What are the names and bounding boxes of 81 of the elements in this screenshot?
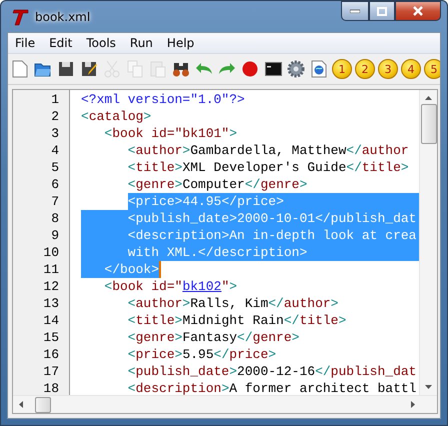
code-line: </book> [81, 261, 160, 278]
line-number: 11 [42, 261, 60, 278]
horizontal-scrollbar[interactable] [13, 395, 437, 413]
globe-page-icon [311, 60, 327, 78]
line-number: 10 [42, 244, 60, 261]
menu-item[interactable]: Help [160, 34, 202, 52]
new-button[interactable] [10, 59, 30, 79]
menu-item[interactable]: Tools [79, 34, 123, 52]
line-number: 4 [50, 142, 60, 159]
scroll-thumb[interactable] [420, 104, 436, 144]
numbered-button[interactable]: 2 [355, 59, 375, 79]
undo-arrow-icon [195, 62, 213, 76]
line-number: 12 [42, 278, 60, 295]
code-line: with XML.</description> [81, 244, 308, 261]
save-button[interactable] [56, 59, 76, 79]
code-line: <title>Midnight Rain</title> [126, 312, 346, 329]
line-number: 7 [50, 193, 60, 210]
line-number: 14 [42, 312, 60, 329]
line-number: 16 [42, 346, 60, 363]
close-button[interactable] [395, 1, 441, 21]
record-button[interactable] [240, 59, 260, 79]
code-line: <price>5.95</price> [126, 346, 276, 363]
terminal-button[interactable] [263, 59, 283, 79]
vertical-scrollbar[interactable] [419, 90, 437, 395]
code-line: <genre>Computer</genre> [126, 176, 308, 193]
numbered-button[interactable]: 3 [378, 59, 398, 79]
code-line: <description>A former architect battl [126, 380, 416, 395]
maximize-icon [377, 6, 387, 16]
code-line: <publish_date>2000-12-16</publish_dat [126, 363, 416, 380]
numbered-button[interactable]: 4 [401, 59, 421, 79]
floppy-pencil-icon [81, 61, 97, 77]
code-line: <author>Gambardella, Matthew</author [126, 142, 409, 159]
line-number: 9 [50, 227, 60, 244]
scroll-up-icon [425, 96, 432, 100]
code-line: <catalog> [81, 108, 152, 125]
record-icon [242, 61, 258, 77]
menu-item[interactable]: Edit [42, 34, 80, 52]
menu-item[interactable]: Run [122, 34, 160, 52]
scroll-left-icon [19, 401, 23, 408]
gear-icon [287, 60, 305, 78]
close-icon [412, 6, 424, 16]
minimize-button[interactable] [341, 1, 369, 21]
folder-icon [34, 61, 52, 77]
numbered-button[interactable]: 1 [332, 59, 352, 79]
line-number: 17 [42, 363, 60, 380]
redo-arrow-icon [218, 62, 236, 76]
minimize-icon [350, 9, 360, 13]
numbered-button[interactable]: 5 [424, 59, 440, 79]
line-number: 18 [42, 380, 60, 397]
browser-button[interactable] [309, 59, 329, 79]
code-line: <publish_date>2000-10-01</publish_dat [81, 210, 416, 227]
window-title: book.xml [35, 10, 90, 24]
line-number: 15 [42, 329, 60, 346]
scroll-down-icon [425, 385, 432, 389]
code-line: <?xml version="1.0"?> [81, 91, 245, 108]
menu-item[interactable]: File [8, 34, 42, 52]
code-line: <author>Ralls, Kim</author> [126, 295, 338, 312]
line-number: 5 [50, 159, 60, 176]
terminal-icon [264, 62, 282, 76]
line-number: 8 [50, 210, 60, 227]
app-logo-icon [11, 8, 29, 26]
binoculars-icon [172, 61, 190, 77]
line-number: 6 [50, 176, 60, 193]
line-number: 2 [50, 108, 60, 125]
new-file-icon [12, 60, 28, 78]
line-number: 3 [50, 125, 60, 142]
scroll-thumb[interactable] [35, 396, 51, 412]
code-line: <price>44.95</price> [126, 193, 284, 210]
code-line: <description>An in-depth look at crea [81, 227, 416, 244]
code-line: <book id="bk102"> [103, 278, 238, 295]
line-number: 13 [42, 295, 60, 312]
maximize-button[interactable] [369, 1, 395, 21]
clipboard-icon [150, 60, 166, 78]
scroll-right-icon [411, 401, 415, 408]
code-line: <genre>Fantasy</genre> [126, 329, 300, 346]
copy-icon [127, 60, 143, 78]
code-line: <book id="bk101"> [103, 125, 238, 142]
gear-button[interactable] [286, 59, 306, 79]
save-as-button[interactable] [79, 59, 99, 79]
code-line: <title>XML Developer's Guide</title> [126, 159, 409, 176]
line-number: 1 [50, 91, 60, 108]
